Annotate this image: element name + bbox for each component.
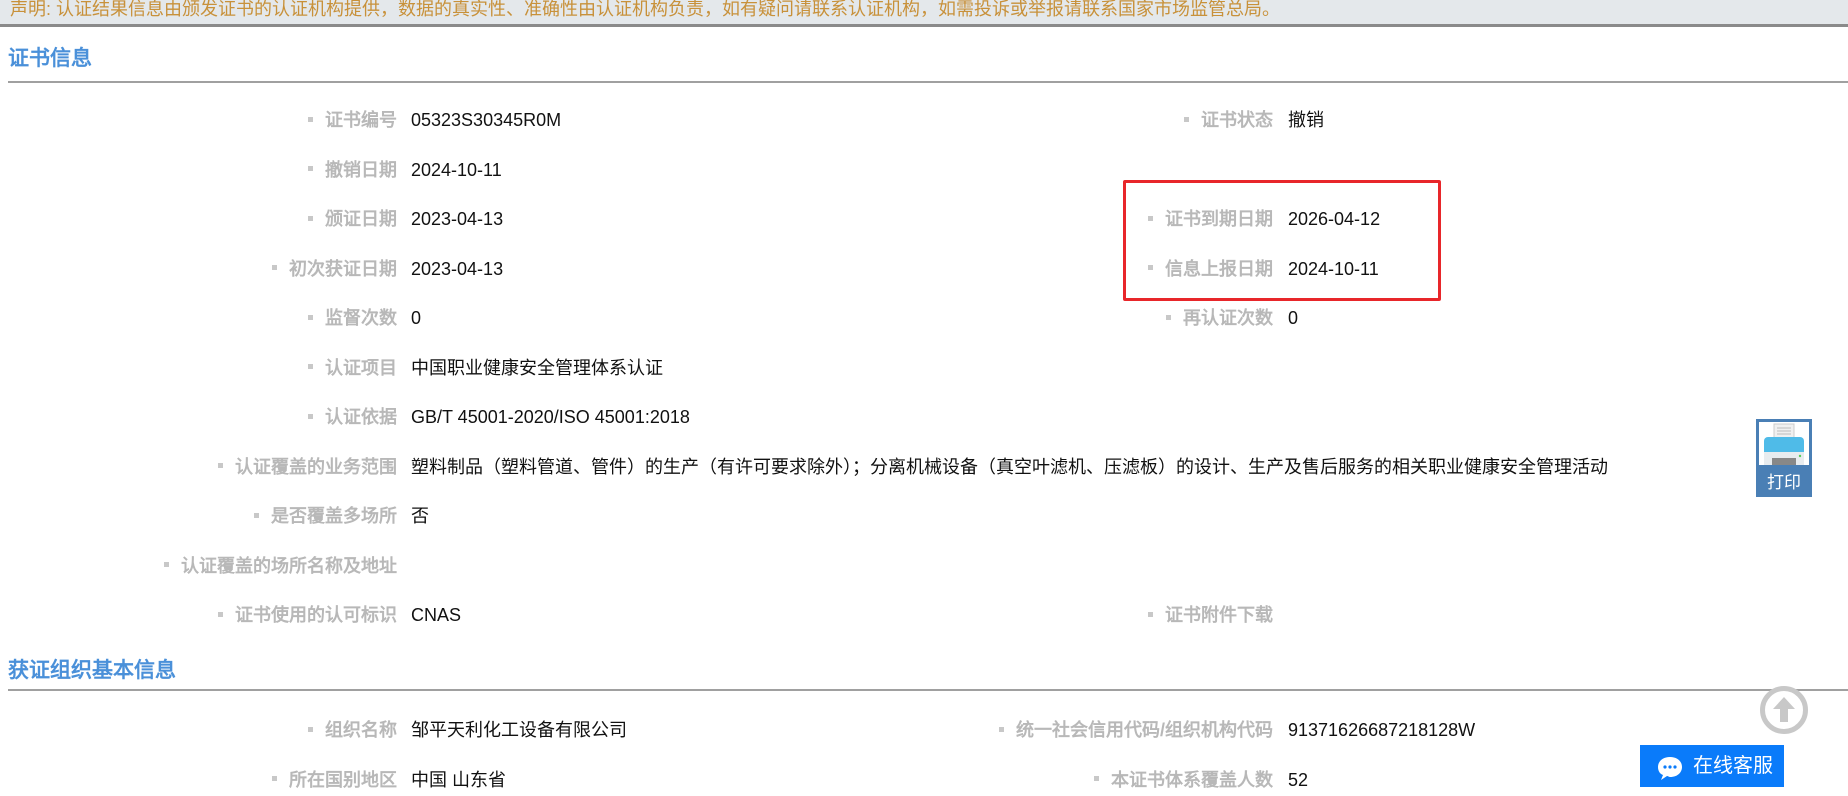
- print-label: 打印: [1767, 473, 1801, 492]
- field-label-text: 证书状态: [1201, 110, 1273, 130]
- chat-bubble-icon: [1656, 754, 1684, 796]
- bullet-icon: [308, 364, 313, 370]
- section-title-org: 获证组织基本信息: [8, 659, 176, 682]
- field-value: 否: [411, 506, 429, 526]
- field-value: GB/T 45001-2020/ISO 45001:2018: [411, 407, 690, 427]
- section-divider: [8, 81, 1848, 83]
- section-title-cert: 证书信息: [8, 47, 92, 70]
- bullet-icon: [999, 726, 1004, 732]
- bullet-icon: [218, 463, 223, 469]
- info-row: 认证项目 中国职业健康安全管理体系认证: [0, 353, 663, 383]
- info-row: 认证覆盖的业务范围 塑料制品（塑料管道、管件）的生产（有许可要求除外）；分离机械设…: [0, 452, 1608, 482]
- section-divider: [8, 689, 1848, 691]
- field-label: 证书状态: [1184, 105, 1273, 135]
- info-row: 证书到期日期 2026-04-12: [0, 204, 1380, 234]
- info-row: 认证依据 GB/T 45001-2020/ISO 45001:2018: [0, 402, 690, 432]
- field-label: 认证覆盖的场所名称及地址: [164, 551, 397, 581]
- field-label: 认证项目: [308, 353, 397, 383]
- field-label: 是否覆盖多场所: [254, 501, 397, 531]
- bullet-icon: [1184, 116, 1189, 122]
- field-label-text: 认证覆盖的场所名称及地址: [181, 555, 397, 576]
- field-label: 认证依据: [308, 402, 397, 432]
- info-row: 信息上报日期 2024-10-11: [0, 254, 1379, 284]
- field-value: 0: [1288, 308, 1299, 328]
- printer-icon: [1759, 422, 1809, 465]
- field-value: 2024-10-11: [411, 159, 502, 180]
- online-service-button[interactable]: 在线客服: [1640, 745, 1784, 787]
- disclaimer-notice: 声明: 认证结果信息由颁发证书的认证机构提供，数据的真实性、准确性由认证机构负责…: [0, 0, 1848, 27]
- info-row: 统一社会信用代码/组织机构代码 91371626687218128W: [0, 715, 1475, 745]
- field-label-text: 证书附件下载: [1165, 605, 1273, 625]
- info-row: 认证覆盖的场所名称及地址: [0, 551, 397, 581]
- field-label-text: 撤销日期: [325, 159, 397, 180]
- bullet-icon: [164, 562, 169, 568]
- field-label-text: 认证覆盖的业务范围: [235, 456, 397, 477]
- bullet-icon: [1166, 314, 1171, 320]
- field-value: 撤销: [1288, 110, 1324, 130]
- info-row: 再认证次数 0: [0, 303, 1298, 333]
- field-value: 52: [1288, 769, 1309, 790]
- field-label-text: 是否覆盖多场所: [271, 506, 397, 526]
- online-service-label: 在线客服: [1693, 755, 1773, 777]
- info-row: 本证书体系覆盖人数 52: [0, 765, 1308, 795]
- field-label-text: 认证项目: [325, 357, 397, 378]
- field-label-text: 认证依据: [325, 407, 397, 427]
- field-label-text: 再认证次数: [1183, 308, 1273, 328]
- field-label: 撤销日期: [308, 155, 397, 185]
- print-button[interactable]: 打印: [1756, 419, 1812, 497]
- info-row: 证书状态 撤销: [0, 105, 1324, 135]
- back-to-top-button[interactable]: [1760, 686, 1808, 734]
- field-label: 再认证次数: [1166, 303, 1273, 333]
- field-value: 塑料制品（塑料管道、管件）的生产（有许可要求除外）；分离机械设备（真空叶滤机、压…: [411, 456, 1608, 477]
- highlight-box: [1123, 180, 1441, 301]
- field-label: 证书附件下载: [1148, 600, 1273, 630]
- info-row: 撤销日期 2024-10-11: [0, 155, 502, 185]
- field-value: 91371626687218128W: [1288, 720, 1476, 740]
- field-label: 认证覆盖的业务范围: [218, 452, 397, 482]
- field-label-text: 统一社会信用代码/组织机构代码: [1016, 720, 1273, 740]
- bullet-icon: [254, 512, 259, 518]
- info-row: 证书附件下载: [0, 600, 1273, 630]
- bullet-icon: [308, 166, 313, 172]
- info-row: 是否覆盖多场所否: [0, 501, 429, 531]
- arrow-up-circle-icon: [1773, 697, 1795, 722]
- bullet-icon: [1148, 611, 1153, 617]
- bullet-icon: [308, 413, 313, 419]
- bullet-icon: [1094, 776, 1099, 782]
- field-label: 统一社会信用代码/组织机构代码: [999, 715, 1273, 745]
- field-value: 中国职业健康安全管理体系认证: [411, 357, 663, 378]
- field-label: 本证书体系覆盖人数: [1094, 765, 1273, 795]
